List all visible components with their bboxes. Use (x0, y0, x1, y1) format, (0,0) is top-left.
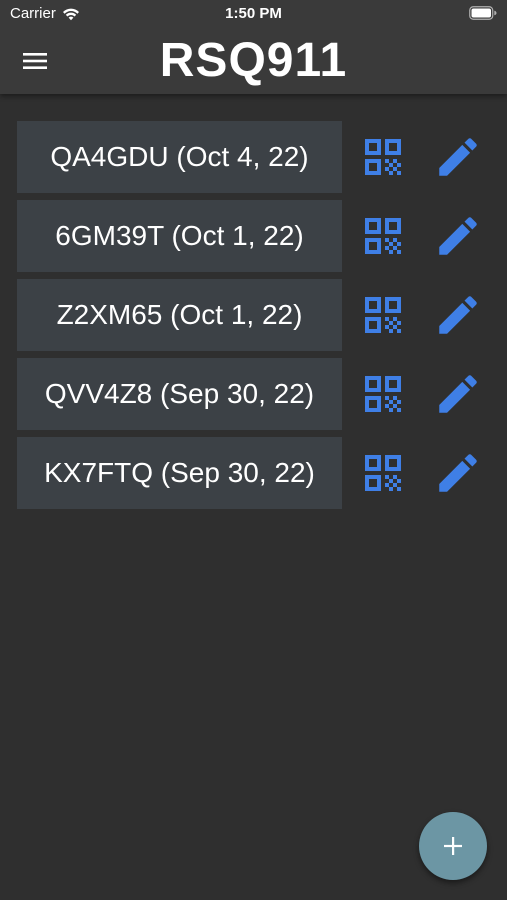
entry-button[interactable]: QVV4Z8 (Sep 30, 22) (17, 358, 342, 430)
entry-button[interactable]: Z2XM65 (Oct 1, 22) (17, 279, 342, 351)
qr-code-icon[interactable] (359, 291, 407, 339)
list-item: Z2XM65 (Oct 1, 22) (17, 279, 497, 351)
add-entry-button[interactable] (419, 812, 487, 880)
app-screen: Carrier 1:50 PM RSQ911 QA4GDU (Oct 4, 22… (0, 0, 507, 900)
pencil-icon[interactable] (433, 132, 483, 182)
list-item: QA4GDU (Oct 4, 22) (17, 121, 497, 193)
qr-code-icon[interactable] (359, 133, 407, 181)
qr-code-icon[interactable] (359, 212, 407, 260)
list-item: KX7FTQ (Sep 30, 22) (17, 437, 497, 509)
pencil-icon[interactable] (433, 211, 483, 261)
entry-button[interactable]: 6GM39T (Oct 1, 22) (17, 200, 342, 272)
entry-button[interactable]: KX7FTQ (Sep 30, 22) (17, 437, 342, 509)
app-bar: RSQ911 (0, 28, 507, 94)
status-bar: Carrier 1:50 PM (0, 0, 507, 28)
list-item: QVV4Z8 (Sep 30, 22) (17, 358, 497, 430)
page-title: RSQ911 (159, 34, 348, 87)
qr-code-icon[interactable] (359, 449, 407, 497)
list-item: 6GM39T (Oct 1, 22) (17, 200, 497, 272)
pencil-icon[interactable] (433, 369, 483, 419)
status-time: 1:50 PM (225, 5, 282, 22)
plus-icon (444, 837, 462, 855)
top-bar: Carrier 1:50 PM RSQ911 (0, 0, 507, 94)
entry-button[interactable]: QA4GDU (Oct 4, 22) (17, 121, 342, 193)
battery-icon (469, 6, 497, 20)
pencil-icon[interactable] (433, 448, 483, 498)
pencil-icon[interactable] (433, 290, 483, 340)
qr-code-icon[interactable] (359, 370, 407, 418)
entry-list: QA4GDU (Oct 4, 22) 6GM39T (Oct 1, 22) Z2… (17, 121, 497, 516)
